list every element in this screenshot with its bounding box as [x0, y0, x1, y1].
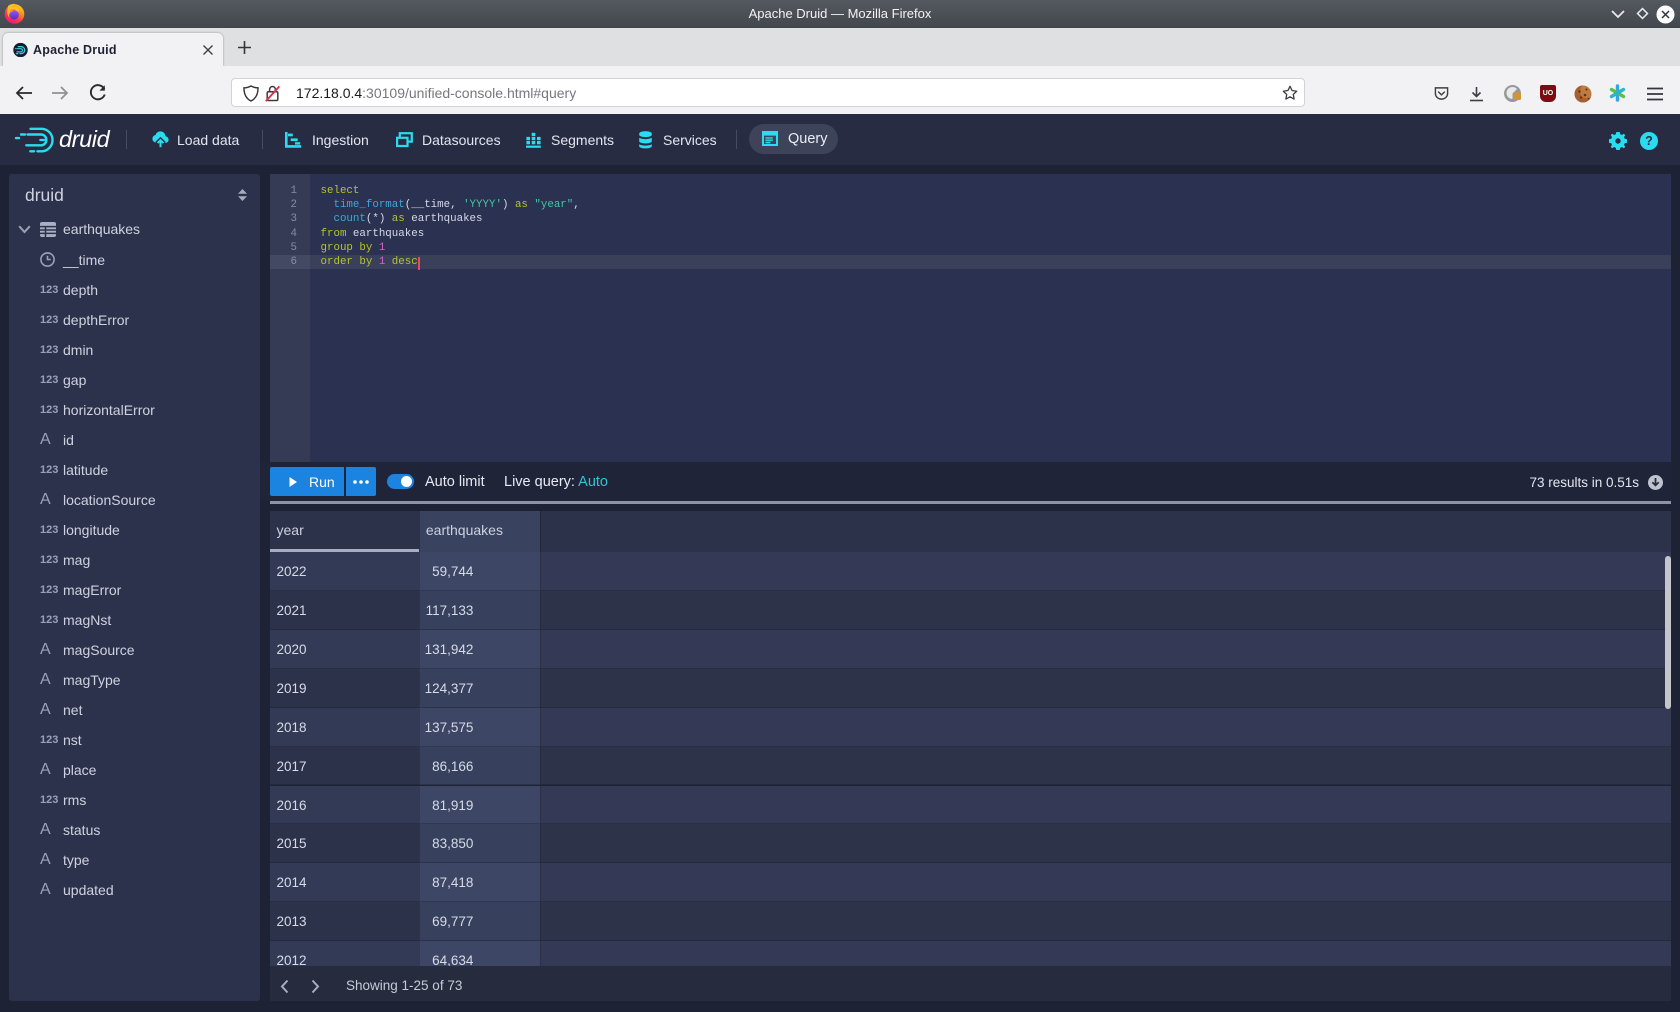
- svg-text:?: ?: [1645, 134, 1653, 148]
